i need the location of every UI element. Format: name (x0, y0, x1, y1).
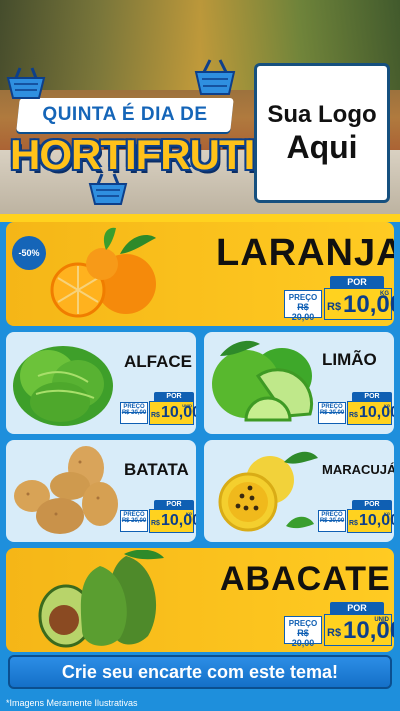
product-name: ALFACE (124, 352, 192, 371)
disclaimer-text: *Imagens Meramente Ilustrativas (6, 698, 138, 708)
product-card-maracuja[interactable]: MARACUJÁ POR PREÇO R$ 20,00 R$ 10,00 KG (204, 440, 394, 542)
price-currency: R$ (151, 412, 160, 419)
price-old-box: PREÇO R$ 20,00 (284, 290, 322, 322)
discount-badge: -50% (12, 236, 46, 270)
basket-icon (194, 59, 236, 95)
price-currency: R$ (349, 520, 358, 527)
price-unit: UNID (182, 403, 192, 408)
price-current-box: R$ 10,00 UNID (149, 401, 196, 425)
price-por-label: POR (330, 276, 384, 288)
lettuce-icon (13, 346, 113, 426)
price-por-label: POR (154, 500, 194, 509)
logo-text-line2: Aqui (286, 129, 358, 165)
price-unit: KG (380, 291, 389, 297)
price-current-box: R$ 10,00 KG (149, 509, 196, 533)
price-current-box: R$ 10,00 KG (347, 509, 394, 533)
price-old: R$ 20,00 (319, 410, 345, 416)
product-card-limao[interactable]: LIMÃO POR PREÇO R$ 20,00 R$ 10,00 KG (204, 332, 394, 434)
price-unit: UNID (374, 617, 389, 623)
price-currency: R$ (327, 627, 342, 639)
price-current-box: R$ 10,00 UNID (324, 614, 394, 646)
logo-placeholder[interactable]: Sua Logo Aqui (254, 63, 390, 203)
basket-icon (88, 173, 128, 205)
passion-fruit-icon (218, 451, 318, 532)
price-por-label: POR (154, 392, 194, 401)
price-unit: KG (186, 511, 192, 516)
product-card-laranja[interactable]: -50% LARANJA POR PREÇO R$ 20,00 R$ 10,00… (6, 222, 394, 326)
price-old-box: PREÇO R$ 20,00 (120, 402, 148, 424)
price-tag: POR PREÇO R$ 20,00 R$ 10,00 KG (318, 392, 394, 428)
price-preco-label: PREÇO (288, 619, 318, 628)
price-tag: POR PREÇO R$ 20,00 R$ 10,00 KG (120, 500, 196, 536)
potato-icon (14, 446, 118, 534)
price-tag: POR PREÇO R$ 20,00 R$ 10,00 UNID (120, 392, 196, 428)
basket-icon (6, 67, 46, 99)
price-tag: POR PREÇO R$ 20,00 R$ 10,00 KG (318, 500, 394, 536)
price-unit: KG (384, 403, 390, 408)
product-name: MARACUJÁ (322, 462, 394, 477)
price-tag: POR PREÇO R$ 20,00 R$ 10,00 UNID (284, 602, 394, 648)
price-old: R$ 20,00 (291, 628, 315, 648)
price-old-box: PREÇO R$ 20,00 (318, 402, 346, 424)
price-old-box: PREÇO R$ 20,00 (318, 510, 346, 532)
create-flyer-button[interactable]: Crie seu encarte com este tema! (8, 655, 392, 689)
title-top-banner: QUINTA É DIA DE (16, 98, 234, 132)
price-currency: R$ (349, 412, 358, 419)
logo-text-line1: Sua Logo (267, 101, 377, 128)
product-name: LIMÃO (322, 350, 377, 369)
header-banner: QUINTA É DIA DE HORTIFRUTI Sua Logo Aqui (0, 0, 400, 214)
product-card-alface[interactable]: ALFACE POR PREÇO R$ 20,00 R$ 10,00 UNID (6, 332, 196, 434)
product-name: LARANJA (216, 232, 394, 274)
price-current-box: R$ 10,00 KG (347, 401, 394, 425)
price-old: R$ 20,00 (319, 518, 345, 524)
price-old: R$ 20,00 (121, 518, 147, 524)
price-old: R$ 20,00 (121, 410, 147, 416)
avocado-icon (38, 550, 164, 648)
price-unit: KG (384, 511, 390, 516)
price-currency: R$ (151, 520, 160, 527)
orange-icon (50, 227, 156, 318)
price-old-box: PREÇO R$ 20,00 (284, 616, 322, 648)
title-top-text: QUINTA É DIA DE (42, 104, 208, 125)
price-old: R$ 20,00 (291, 302, 315, 322)
price-old-box: PREÇO R$ 20,00 (120, 510, 148, 532)
product-name: BATATA (124, 460, 189, 479)
price-por-label: POR (352, 392, 392, 401)
price-current-box: R$ 10,00 KG (324, 288, 394, 320)
price-currency: R$ (327, 301, 342, 313)
price-tag: POR PREÇO R$ 20,00 R$ 10,00 KG (284, 276, 394, 322)
lime-icon (212, 340, 314, 422)
price-preco-label: PREÇO (288, 293, 318, 302)
price-por-label: POR (352, 500, 392, 509)
price-por-label: POR (330, 602, 384, 614)
product-card-batata[interactable]: BATATA POR PREÇO R$ 20,00 R$ 10,00 KG (6, 440, 196, 542)
product-name: ABACATE (220, 560, 391, 598)
product-card-abacate[interactable]: ABACATE POR PREÇO R$ 20,00 R$ 10,00 UNID (6, 548, 394, 652)
